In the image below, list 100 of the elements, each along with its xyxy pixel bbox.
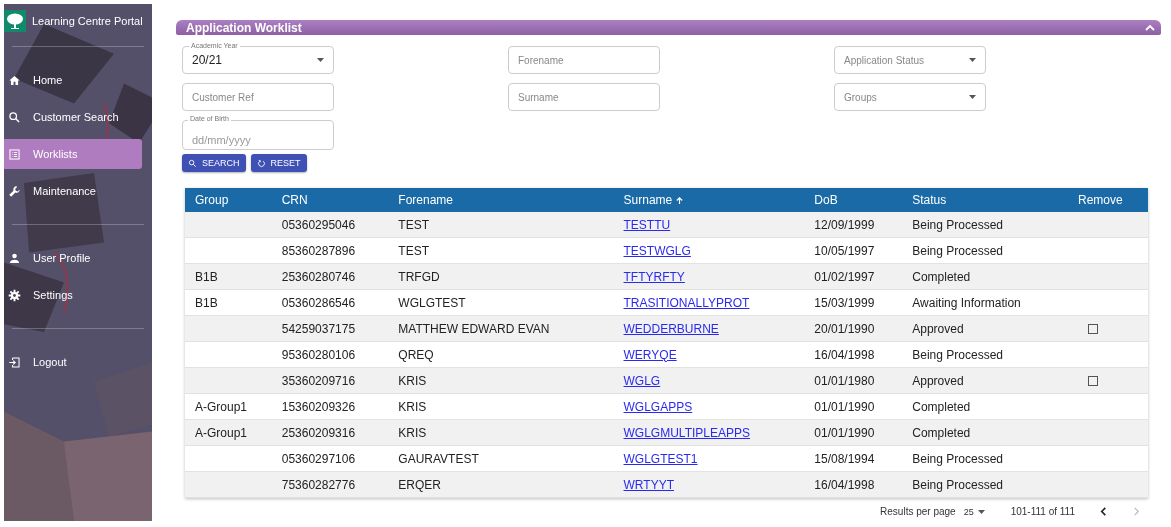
table-cell: B1B <box>195 295 218 310</box>
home-icon <box>8 73 21 87</box>
nav-item[interactable]: User Profile <box>4 243 142 273</box>
surname-link[interactable]: TFTYRFTY <box>623 269 685 284</box>
wrench-icon <box>8 184 21 198</box>
reset-icon <box>256 158 266 168</box>
table-cell: KRIS <box>398 373 427 388</box>
table-cell: Being Processed <box>912 243 1003 258</box>
dropdown-field[interactable]: Application Status <box>834 46 986 74</box>
surname-link[interactable]: TESTTU <box>623 217 671 232</box>
reset-button[interactable]: RESET <box>250 154 307 172</box>
panel-title: Application Worklist <box>186 20 302 35</box>
table-cell: Approved <box>912 373 964 388</box>
logout-icon <box>8 355 21 369</box>
person-icon <box>8 251 21 265</box>
nav-item[interactable]: Customer Search <box>4 102 142 132</box>
table-cell: 85360287896 <box>281 243 356 258</box>
column-header[interactable]: Remove <box>1068 188 1148 212</box>
table-cell: Being Processed <box>912 477 1003 492</box>
table-cell: TEST <box>398 243 429 258</box>
previous-page-icon[interactable] <box>1099 507 1108 516</box>
surname-link[interactable]: WRTYYT <box>623 477 674 492</box>
table-cell: Being Processed <box>912 347 1003 362</box>
dropdown-caret-icon[interactable] <box>969 58 976 62</box>
table-cell: 15360209326 <box>281 399 356 414</box>
nav-item[interactable]: Maintenance <box>4 176 142 206</box>
table-cell: 75360282776 <box>281 477 356 492</box>
table-cell: 01/01/1980 <box>814 373 875 388</box>
table-cell: 20/01/1990 <box>814 321 875 336</box>
column-header[interactable]: Group <box>185 188 272 212</box>
table-cell: B1B <box>195 269 218 284</box>
table-cell: Being Processed <box>912 451 1003 466</box>
dropdown-field[interactable]: Groups <box>834 83 986 111</box>
remove-checkbox[interactable] <box>1088 376 1098 387</box>
column-header[interactable]: CRN <box>271 188 389 212</box>
table-cell: 15/03/1999 <box>814 295 875 310</box>
table-cell: 05360286546 <box>281 295 356 310</box>
page-range: 101-111 of 111 <box>1010 506 1075 517</box>
app-title: Learning Centre Portal <box>32 15 143 27</box>
table-cell: 01/01/1990 <box>814 399 875 414</box>
date-field[interactable]: dd/mm/yyyy <box>182 120 334 150</box>
nav-item[interactable]: Logout <box>4 347 142 377</box>
table-cell: MATTHEW EDWARD EVAN <box>398 321 550 336</box>
search-icon <box>188 158 197 168</box>
table-cell: KRIS <box>398 399 427 414</box>
input-field[interactable]: Customer Ref <box>182 83 334 111</box>
search-button[interactable]: SEARCH <box>182 154 246 172</box>
table-cell: 05360297106 <box>281 451 356 466</box>
table-cell: GAURAVTEST <box>398 451 479 466</box>
table-cell: Completed <box>912 399 971 414</box>
table-cell: Completed <box>912 425 971 440</box>
table-cell: Approved <box>912 321 964 336</box>
per-page-select[interactable]: 25 <box>963 506 985 517</box>
list-icon <box>8 147 21 161</box>
table-cell: 25360280746 <box>281 269 356 284</box>
table-cell: 95360280106 <box>281 347 356 362</box>
nav-item[interactable]: Settings <box>4 280 142 310</box>
table-cell: 16/04/1998 <box>814 347 875 362</box>
input-field[interactable]: Surname <box>508 83 660 111</box>
table-cell: Completed <box>912 269 971 284</box>
surname-link[interactable]: WGLGTEST1 <box>623 451 698 466</box>
table-cell: 25360209316 <box>281 425 356 440</box>
table-cell: 01/02/1997 <box>814 269 875 284</box>
table-cell: A-Group1 <box>195 399 248 414</box>
collapse-chevron-icon[interactable] <box>1145 23 1155 32</box>
table-cell: KRIS <box>398 425 427 440</box>
dropdown-caret-icon <box>977 509 985 514</box>
surname-link[interactable]: WERYQE <box>623 347 677 362</box>
table-cell: 12/09/1999 <box>814 217 875 232</box>
surname-link[interactable]: TESTWGLG <box>623 243 691 258</box>
table-cell: 10/05/1997 <box>814 243 875 258</box>
table-cell: Being Processed <box>912 217 1003 232</box>
input-field[interactable]: Forename <box>508 46 660 74</box>
table-cell: 16/04/1998 <box>814 477 875 492</box>
surname-link[interactable]: TRASITIONALLYPROT <box>623 295 750 310</box>
dropdown-caret-icon[interactable] <box>969 95 976 99</box>
table-cell: WGLGTEST <box>398 295 466 310</box>
table-cell: QREQ <box>398 347 434 362</box>
table-cell: 15/08/1994 <box>814 451 875 466</box>
search-icon <box>8 110 21 124</box>
table-cell: A-Group1 <box>195 425 248 440</box>
surname-link[interactable]: WGLG <box>623 373 661 388</box>
table-cell: TRFGD <box>398 269 440 284</box>
table-cell: 54259037175 <box>281 321 356 336</box>
column-header[interactable]: Surname <box>613 188 805 212</box>
settings-icon <box>8 288 21 302</box>
results-per-page-label: Results per page <box>880 506 956 517</box>
table-cell: Awaiting Information <box>912 295 1021 310</box>
dropdown-caret-icon[interactable] <box>317 58 324 62</box>
remove-checkbox[interactable] <box>1088 324 1098 335</box>
column-header[interactable]: Status <box>902 188 1068 212</box>
surname-link[interactable]: WGLGAPPS <box>623 399 693 414</box>
table-cell: 01/01/1990 <box>814 425 875 440</box>
table-cell: 05360295046 <box>281 217 356 232</box>
tree-logo-icon <box>4 10 26 32</box>
column-header[interactable]: Forename <box>388 188 614 212</box>
table-cell: 35360209716 <box>281 373 356 388</box>
table-cell: ERQER <box>398 477 441 492</box>
nav-item[interactable]: Home <box>4 65 142 95</box>
column-header[interactable]: DoB <box>804 188 903 212</box>
